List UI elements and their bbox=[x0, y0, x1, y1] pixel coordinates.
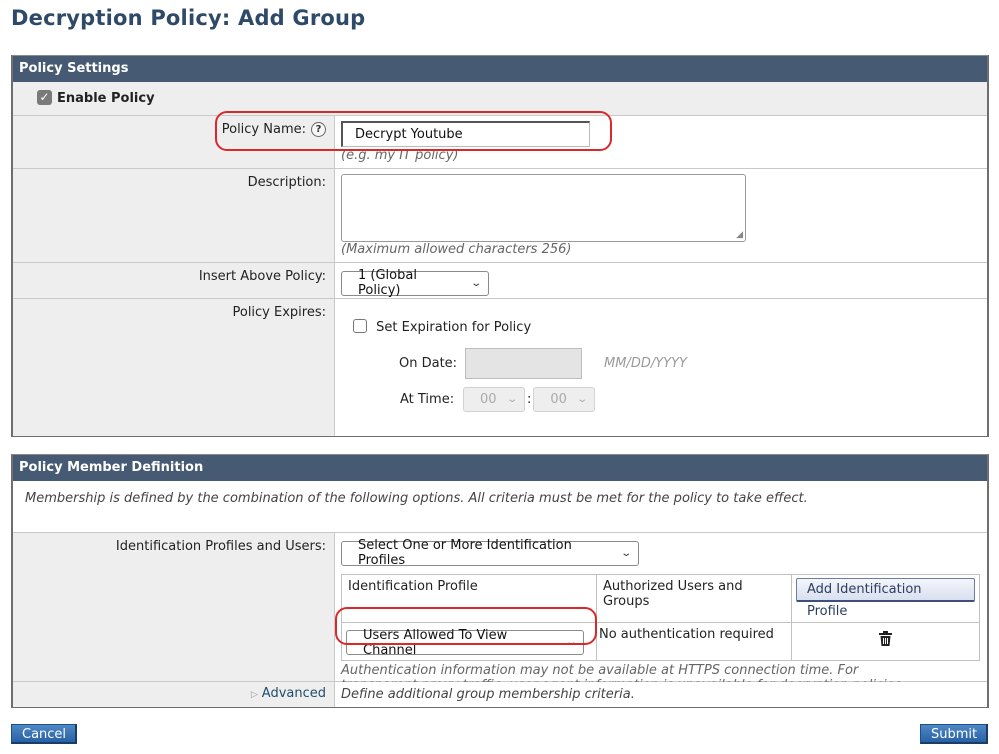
id-profiles-row: Identification Profiles and Users: Selec… bbox=[13, 533, 987, 693]
chevron-down-icon: ⌄ bbox=[619, 547, 632, 559]
set-expiration-option[interactable]: Set Expiration for Policy bbox=[353, 319, 987, 335]
time-separator: : bbox=[527, 392, 532, 407]
id-profiles-selected: Select One or More Identification Profil… bbox=[358, 538, 572, 568]
enable-policy-label: Enable Policy bbox=[57, 91, 155, 106]
add-identification-profile-button[interactable]: Add Identification Profile bbox=[796, 577, 975, 619]
date-format-hint: MM/DD/YYYY bbox=[604, 356, 687, 371]
minute-select[interactable]: 00 ⌄ bbox=[533, 387, 596, 412]
advanced-description: Define additional group membership crite… bbox=[341, 687, 635, 702]
description-label: Description: bbox=[13, 169, 335, 262]
insert-above-selected: 1 (Global Policy) bbox=[358, 268, 417, 298]
enable-policy-row: ✓ Enable Policy bbox=[13, 82, 987, 116]
at-time-label: At Time: bbox=[400, 392, 455, 407]
on-date-label: On Date: bbox=[399, 356, 458, 371]
policy-expires-row: Policy Expires: Set Expiration for Polic… bbox=[13, 298, 987, 436]
expand-triangle-icon[interactable]: ▷ bbox=[251, 690, 258, 700]
profile-select[interactable]: Users Allowed To View Channel ⌄ bbox=[346, 627, 584, 658]
description-row: Description: ◢ (Maximum allowed characte… bbox=[13, 168, 987, 262]
policy-name-label-cell: Policy Name:? bbox=[13, 116, 335, 168]
col-header-users: Authorized Users and Groups bbox=[596, 573, 792, 623]
policy-name-hint: (e.g. my IT policy) bbox=[341, 148, 459, 163]
policy-expires-label: Policy Expires: bbox=[13, 299, 335, 436]
at-time-row: At Time: 00 ⌄ : 00 ⌄ bbox=[353, 387, 987, 412]
policy-name-input[interactable]: Decrypt Youtube bbox=[341, 121, 590, 147]
resize-grip-icon[interactable]: ◢ bbox=[736, 230, 743, 240]
description-textarea[interactable]: ◢ bbox=[341, 174, 746, 242]
col-header-profile: Identification Profile bbox=[341, 573, 597, 623]
policy-name-row: Policy Name:? Decrypt Youtube (e.g. my I… bbox=[13, 116, 987, 168]
insert-above-row: Insert Above Policy: 1 (Global Policy) ⌄ bbox=[13, 262, 987, 298]
on-date-input[interactable] bbox=[465, 348, 582, 379]
add-profile-cell: Add Identification Profile bbox=[791, 573, 980, 623]
chevron-down-icon: ⌄ bbox=[576, 394, 589, 405]
policy-settings-panel: Policy Settings ✓ Enable Policy Policy N… bbox=[11, 55, 989, 437]
hour-select[interactable]: 00 ⌄ bbox=[463, 387, 525, 412]
hour-value: 00 bbox=[480, 392, 497, 407]
help-icon[interactable]: ? bbox=[311, 122, 326, 137]
insert-above-value-cell: 1 (Global Policy) ⌄ bbox=[335, 263, 987, 298]
table-header-row: Identification Profile Authorized Users … bbox=[341, 573, 980, 623]
chevron-down-icon: ⌄ bbox=[469, 277, 482, 289]
member-definition-header: Policy Member Definition bbox=[13, 455, 987, 481]
users-cell: No authentication required bbox=[596, 621, 792, 661]
policy-name-value-cell: Decrypt Youtube (e.g. my IT policy) bbox=[335, 116, 987, 168]
advanced-label-cell: ▷ Advanced bbox=[13, 682, 335, 707]
membership-intro-row: Membership is defined by the combination… bbox=[13, 481, 987, 533]
id-profiles-value-cell: Select One or More Identification Profil… bbox=[335, 533, 987, 693]
member-definition-panel: Policy Member Definition Membership is d… bbox=[11, 454, 989, 708]
insert-above-select[interactable]: 1 (Global Policy) ⌄ bbox=[341, 268, 489, 298]
id-profiles-table: Identification Profile Authorized Users … bbox=[341, 573, 980, 662]
advanced-link[interactable]: Advanced bbox=[262, 686, 326, 701]
id-profiles-select[interactable]: Select One or More Identification Profil… bbox=[341, 538, 639, 568]
advanced-row: ▷ Advanced Define additional group member… bbox=[13, 681, 987, 707]
description-hint: (Maximum allowed characters 256) bbox=[341, 242, 572, 257]
policy-expires-value-cell: Set Expiration for Policy On Date: MM/DD… bbox=[335, 299, 987, 436]
page-title: Decryption Policy: Add Group bbox=[11, 6, 366, 30]
membership-intro: Membership is defined by the combination… bbox=[25, 491, 808, 506]
table-row: Users Allowed To View Channel ⌄ No authe… bbox=[341, 621, 980, 661]
minute-value: 00 bbox=[550, 392, 567, 407]
description-value-cell: ◢ (Maximum allowed characters 256) bbox=[335, 169, 987, 262]
trash-icon[interactable] bbox=[879, 630, 892, 646]
policy-name-label: Policy Name: bbox=[221, 122, 306, 137]
enable-policy-checkbox[interactable]: ✓ bbox=[37, 90, 52, 105]
delete-cell bbox=[791, 621, 980, 661]
policy-settings-header: Policy Settings bbox=[13, 56, 987, 82]
chevron-down-icon: ⌄ bbox=[564, 637, 577, 648]
cancel-button[interactable]: Cancel bbox=[11, 724, 77, 744]
chevron-down-icon: ⌄ bbox=[505, 394, 518, 405]
on-date-row: On Date: MM/DD/YYYY bbox=[353, 348, 987, 379]
advanced-value-cell: Define additional group membership crite… bbox=[335, 682, 987, 707]
id-profiles-label: Identification Profiles and Users: bbox=[13, 533, 335, 681]
set-expiration-checkbox[interactable] bbox=[353, 319, 367, 333]
submit-button[interactable]: Submit bbox=[920, 724, 988, 744]
set-expiration-label: Set Expiration for Policy bbox=[376, 320, 532, 335]
profile-cell: Users Allowed To View Channel ⌄ bbox=[341, 621, 597, 661]
profile-selected: Users Allowed To View Channel bbox=[363, 627, 508, 658]
insert-above-label: Insert Above Policy: bbox=[13, 263, 335, 298]
